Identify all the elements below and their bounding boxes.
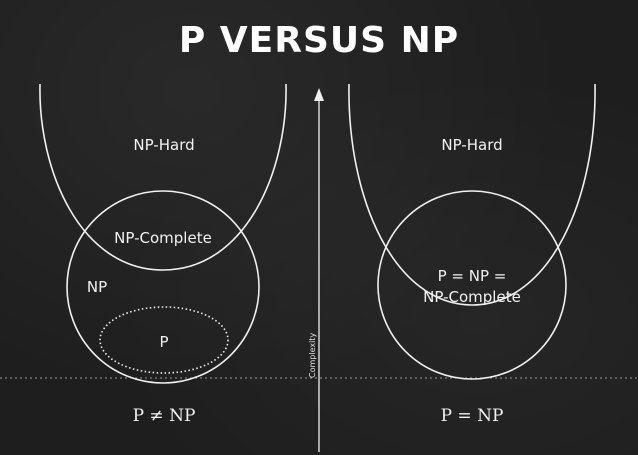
diagram-canvas: P VERSUS NP Complexity NP-Hard NP-Comple… bbox=[0, 20, 638, 452]
left-caption: P ≠ NP bbox=[133, 406, 196, 426]
right-merged-circle bbox=[377, 190, 567, 380]
axis-arrow-icon bbox=[314, 88, 324, 101]
left-p-label: P bbox=[159, 333, 168, 351]
right-caption: P = NP bbox=[441, 406, 504, 426]
left-np-hard-label: NP-Hard bbox=[133, 136, 194, 154]
right-merged-label-line2: NP-Complete bbox=[423, 288, 521, 306]
diagram-title: P VERSUS NP bbox=[179, 20, 459, 61]
left-np-complete-label: NP-Complete bbox=[114, 229, 212, 247]
right-np-hard-label: NP-Hard bbox=[441, 136, 502, 154]
axis-label: Complexity bbox=[308, 333, 317, 378]
chalkboard: P VERSUS NP Complexity NP-Hard NP-Comple… bbox=[0, 0, 638, 455]
left-np-label: NP bbox=[87, 278, 107, 296]
right-merged-label-line1: P = NP = bbox=[438, 267, 507, 285]
